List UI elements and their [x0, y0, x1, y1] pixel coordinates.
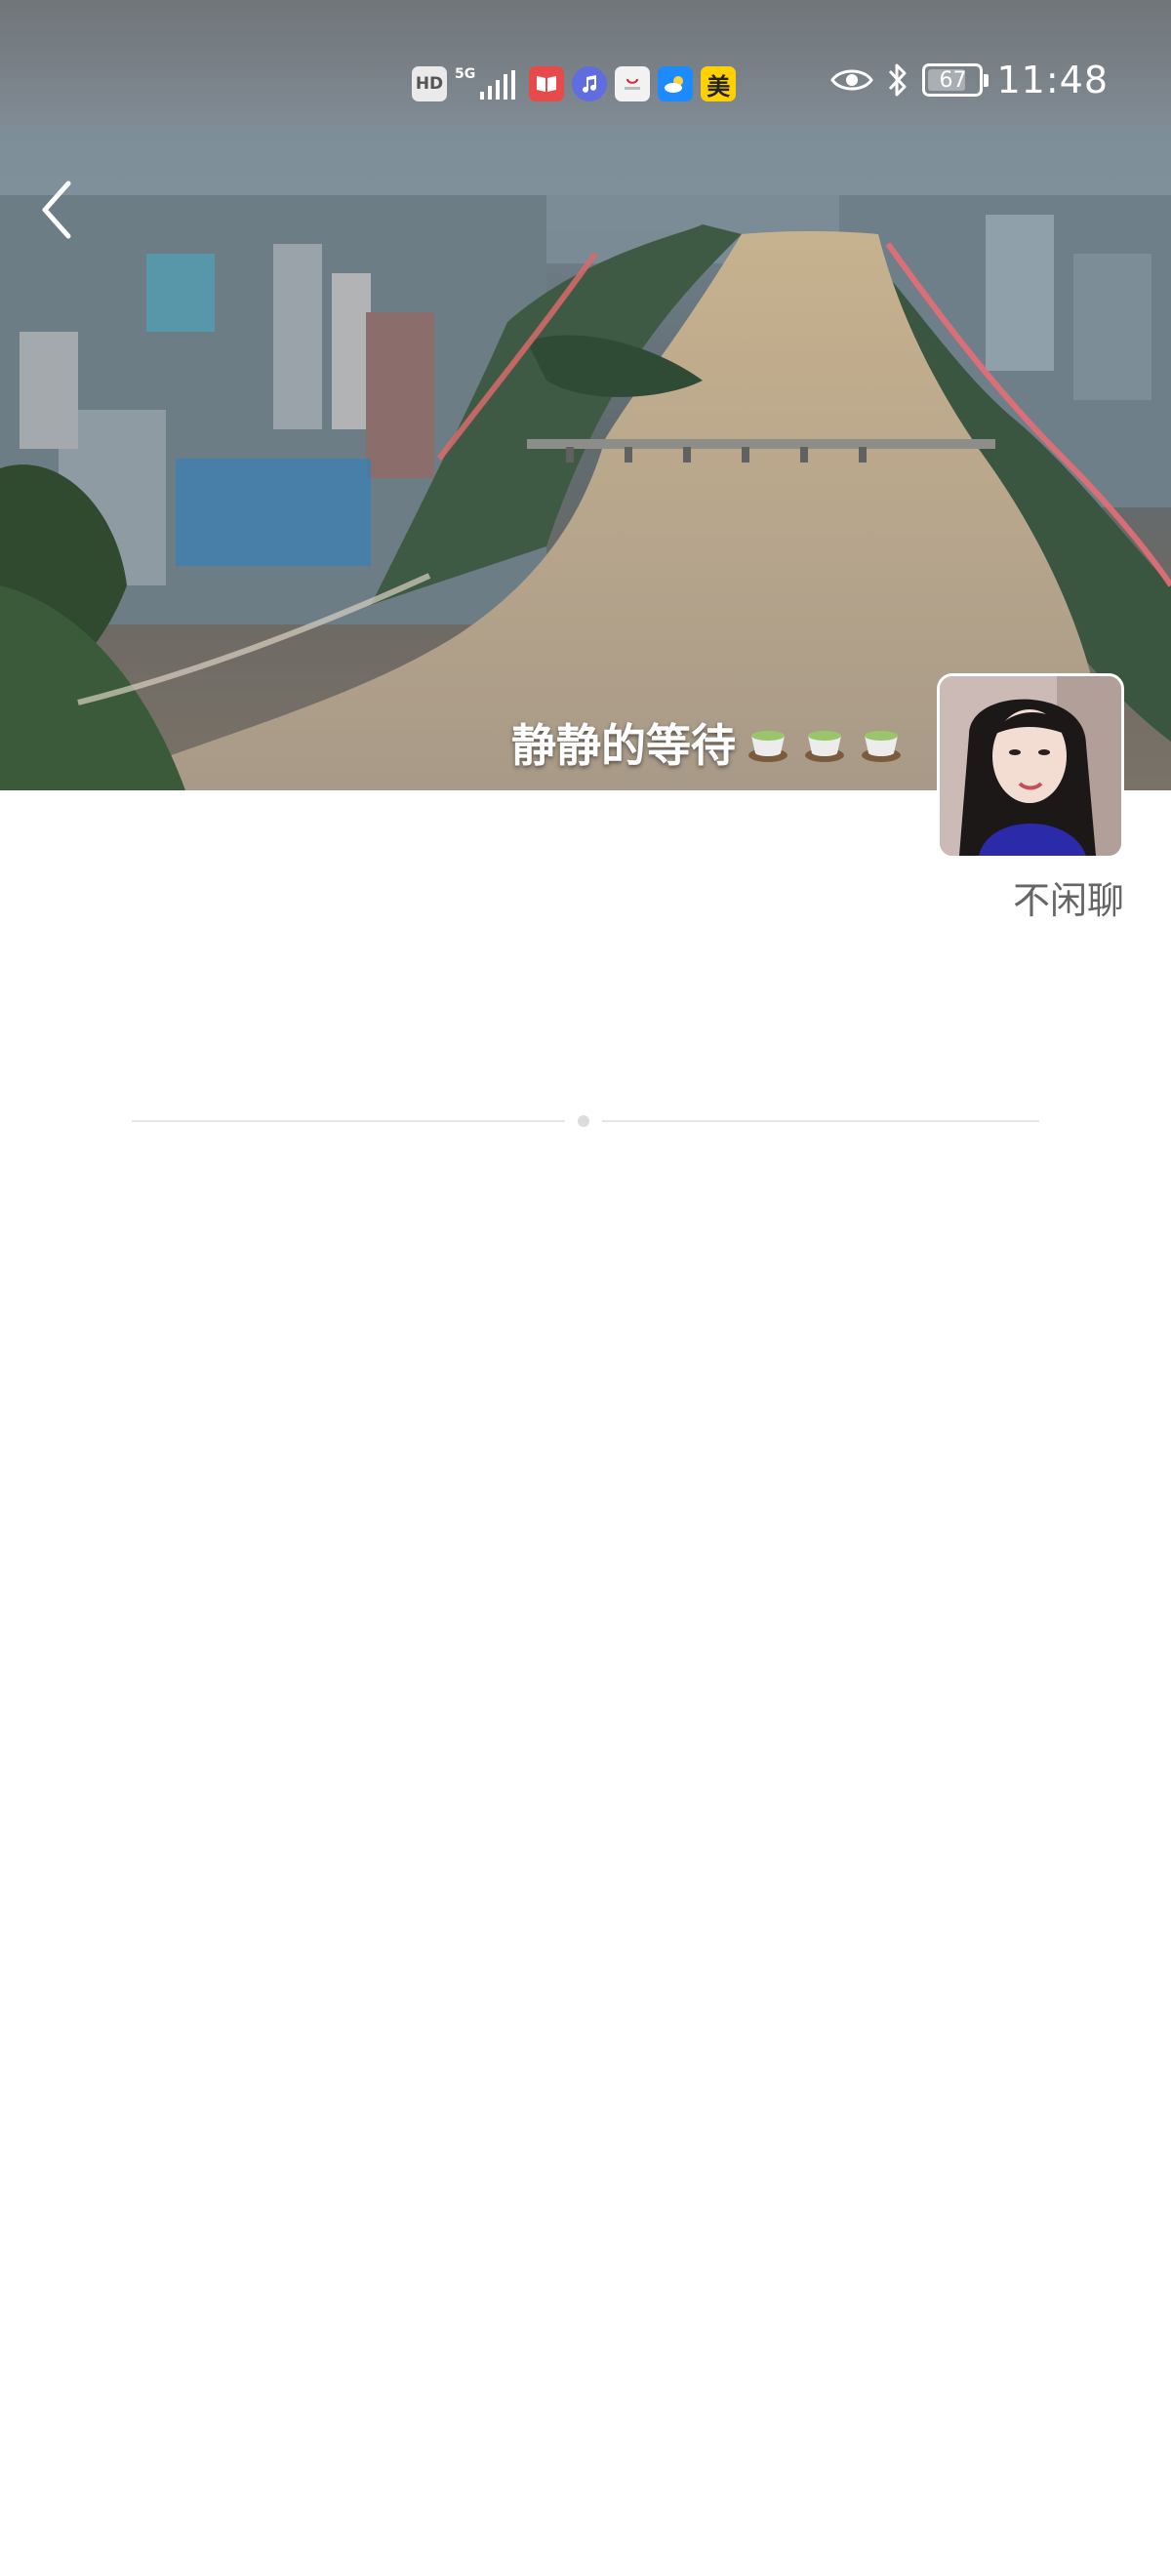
music-app-icon: [572, 66, 608, 101]
divider-line-right: [602, 1120, 1039, 1122]
avatar[interactable]: [937, 673, 1124, 859]
bluetooth-icon: [889, 63, 907, 97]
meituan-label: 美: [707, 72, 731, 101]
battery-icon: 67: [922, 63, 989, 97]
book-app-icon: [529, 66, 565, 101]
status-left-group: HD 5G 美: [412, 66, 737, 101]
cover-landscape-image: [0, 0, 1171, 790]
avatar-photo: [940, 676, 1121, 856]
cover-caption: 静静的等待: [511, 708, 906, 777]
tea-cup-icon: [862, 731, 901, 762]
huawei-store-icon: [615, 66, 651, 101]
weather-app-icon: [658, 66, 694, 101]
chevron-left-icon: [42, 181, 71, 239]
tea-cup-icon: [748, 731, 787, 762]
cover-photo[interactable]: HD 5G 美 67 11:48 静静的等待: [0, 0, 1171, 790]
status-right-group: 67 11:48: [830, 59, 1109, 101]
back-button[interactable]: [33, 176, 82, 244]
meituan-app-icon: 美: [701, 66, 737, 101]
divider-dot: [578, 1115, 589, 1127]
profile-nickname: 不闲聊: [1012, 879, 1124, 922]
battery-level: 67: [939, 67, 967, 93]
caption-text: 静静的等待: [511, 719, 736, 772]
network-label: 5G: [455, 66, 476, 82]
hd-icon: HD: [412, 66, 447, 101]
status-time: 11:48: [996, 59, 1109, 101]
section-divider: [132, 1115, 1039, 1127]
hd-label: HD: [415, 74, 444, 94]
tea-cup-icon: [805, 731, 844, 762]
divider-line-left: [132, 1120, 565, 1122]
signal-icon: 5G: [455, 66, 521, 101]
eye-comfort-icon: [830, 69, 874, 91]
status-bar: HD 5G 美 67 11:48: [0, 59, 1171, 113]
